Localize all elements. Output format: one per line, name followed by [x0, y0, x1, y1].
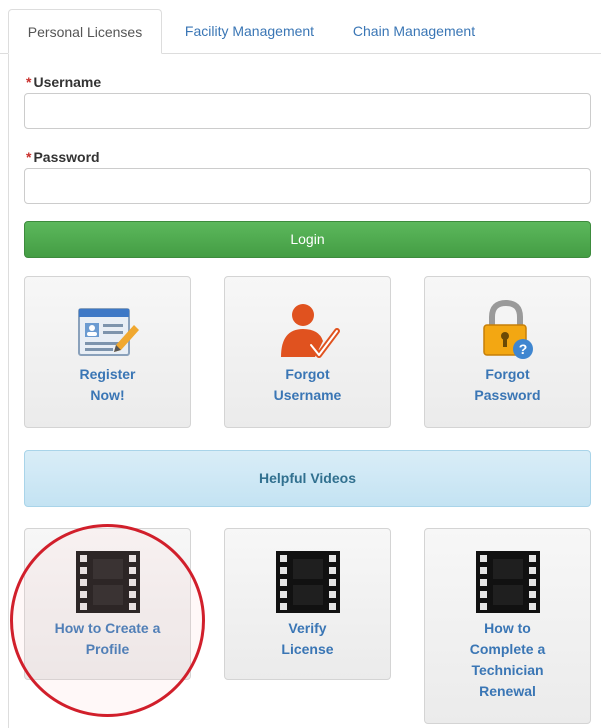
video-label-line-1: Verify	[288, 620, 327, 636]
forgot-password-label-line-1: Forgot	[485, 366, 530, 382]
forgot-username-label-line-1: Forgot	[285, 366, 330, 382]
register-now-button[interactable]: Register Now!	[24, 276, 191, 428]
password-input[interactable]	[24, 168, 591, 204]
tab-chain-management[interactable]: Chain Management	[340, 9, 488, 54]
padlock-question-icon: ?	[480, 299, 536, 366]
tab-facility-management[interactable]: Facility Management	[172, 9, 327, 54]
video-label-line-1: How to	[484, 620, 531, 636]
helpful-videos-banner: Helpful Videos	[24, 450, 591, 507]
user-check-icon	[275, 297, 341, 368]
film-strip-icon	[475, 551, 540, 618]
forgot-username-label-line-2: Username	[273, 387, 342, 403]
film-strip-icon	[75, 551, 140, 618]
video-label-line-1: How to Create a	[54, 620, 161, 636]
film-strip-icon	[275, 551, 340, 618]
username-label: * Username	[26, 74, 101, 90]
registration-form-icon	[76, 305, 140, 366]
video-verify-license[interactable]: Verify License	[224, 528, 391, 680]
forgot-password-button[interactable]: ? Forgot Password	[424, 276, 591, 428]
video-technician-renewal[interactable]: How to Complete a Technician Renewal	[424, 528, 591, 724]
svg-text:?: ?	[518, 341, 527, 357]
register-now-label-line-1: Register	[79, 366, 136, 382]
login-button[interactable]: Login	[24, 221, 591, 258]
required-marker: *	[26, 149, 32, 165]
username-label-text: Username	[33, 74, 102, 90]
tab-personal-licenses[interactable]: Personal Licenses	[8, 9, 162, 54]
forgot-username-button[interactable]: Forgot Username	[224, 276, 391, 428]
forgot-password-label-line-2: Password	[474, 387, 541, 403]
video-label-line-2: Profile	[85, 641, 130, 657]
tab-bar: Personal Licenses Facility Management Ch…	[0, 0, 601, 54]
password-label: * Password	[26, 149, 100, 165]
video-how-to-create-profile[interactable]: How to Create a Profile	[24, 528, 191, 680]
video-label-line-3: Technician	[471, 662, 544, 678]
video-label-line-4: Renewal	[479, 683, 536, 699]
username-input[interactable]	[24, 93, 591, 129]
password-label-text: Password	[33, 149, 100, 165]
required-marker: *	[26, 74, 32, 90]
register-now-label-line-2: Now!	[90, 387, 125, 403]
video-label-line-2: Complete a	[469, 641, 546, 657]
video-label-line-2: License	[281, 641, 334, 657]
